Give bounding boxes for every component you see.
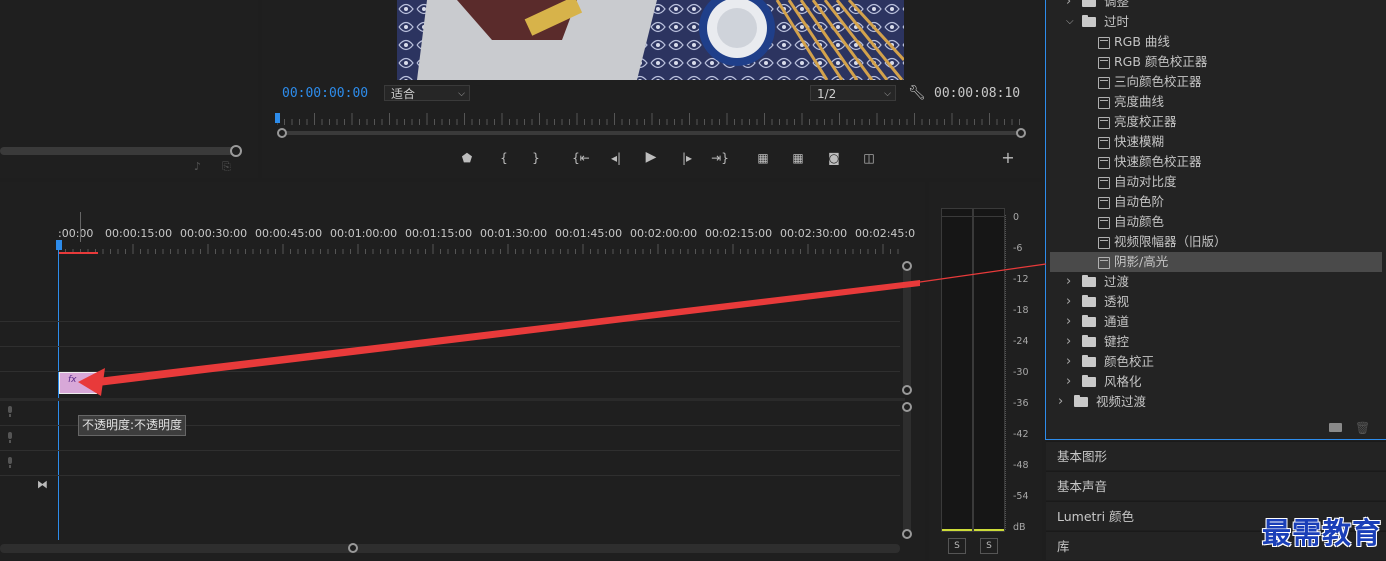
annotation-thin-line bbox=[919, 263, 1047, 283]
annotation-arrow-head bbox=[78, 368, 105, 396]
annotation-arrow bbox=[78, 263, 1047, 396]
annotation-arrow-shaft bbox=[98, 280, 920, 386]
